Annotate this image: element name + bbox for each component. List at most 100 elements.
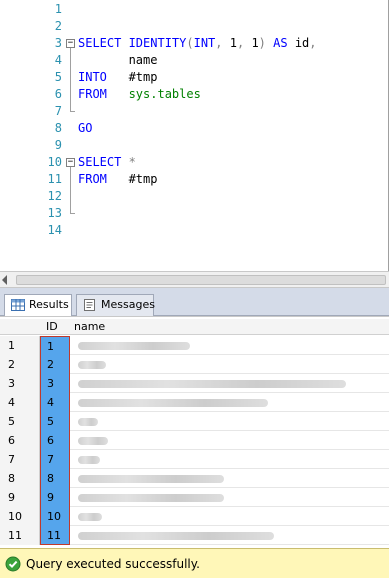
grid-icon (11, 299, 25, 311)
code-token: INT (193, 36, 216, 50)
table-row[interactable]: 66 (0, 431, 389, 450)
redacted-name-cell[interactable] (78, 456, 100, 464)
row-number[interactable]: 1 (0, 336, 40, 355)
code-token: GO (78, 121, 93, 135)
row-number[interactable]: 3 (0, 374, 40, 393)
redacted-name-cell[interactable] (78, 361, 106, 369)
code-token: 1 (229, 36, 237, 50)
row-number[interactable]: 9 (0, 488, 40, 507)
table-row[interactable]: 10 10 (0, 507, 389, 526)
code-text[interactable]: FROM #tmp (78, 171, 157, 188)
grid-header: ID name (0, 319, 389, 335)
column-header-id[interactable]: ID (46, 319, 58, 335)
editor-line[interactable]: 3 SELECT IDENTITY(INT, 1, 1) AS id, (0, 35, 389, 52)
redacted-name-cell[interactable] (78, 418, 98, 426)
tab-results[interactable]: Results (4, 294, 72, 317)
redacted-name-cell[interactable] (78, 532, 274, 540)
code-text[interactable]: SELECT IDENTITY(INT, 1, 1) AS id, (78, 35, 317, 52)
line-number: 2 (54, 19, 62, 33)
table-row[interactable]: 22 (0, 355, 389, 374)
editor-horizontal-scrollbar[interactable] (0, 271, 389, 288)
line-number: 12 (47, 189, 62, 203)
id-cell[interactable]: 10 (40, 507, 70, 526)
redacted-name-cell[interactable] (78, 342, 190, 350)
code-token: INTO (78, 70, 129, 84)
column-header-name[interactable]: name (74, 319, 105, 335)
row-number[interactable]: 11 (0, 526, 40, 545)
code-token: , (215, 36, 230, 50)
redacted-name-cell[interactable] (78, 494, 224, 502)
code-token: #tmp (128, 70, 158, 84)
status-bar: Query executed successfully. (0, 548, 389, 578)
table-row[interactable]: 44 (0, 393, 389, 412)
id-cell[interactable]: 11 (40, 526, 70, 545)
id-cell[interactable]: 8 (40, 469, 70, 488)
line-number: 4 (54, 53, 62, 67)
collapse-toggle-icon[interactable]: − (66, 39, 75, 48)
tab-messages[interactable]: Messages (76, 294, 155, 316)
table-row[interactable]: 55 (0, 412, 389, 431)
scroll-left-icon[interactable] (2, 275, 7, 285)
redacted-name-cell[interactable] (78, 475, 224, 483)
code-token: id (294, 36, 310, 50)
code-token: ( (186, 36, 194, 50)
editor-line[interactable]: 9 (0, 137, 389, 154)
table-row[interactable]: 99 (0, 488, 389, 507)
id-cell[interactable]: 5 (40, 412, 70, 431)
table-row[interactable]: 33 (0, 374, 389, 393)
editor-line[interactable]: 1 (0, 1, 389, 18)
messages-icon (84, 299, 95, 311)
code-token: AS (273, 36, 295, 50)
row-number[interactable]: 10 (0, 507, 40, 526)
id-cell[interactable]: 9 (40, 488, 70, 507)
row-number[interactable]: 2 (0, 355, 40, 374)
editor-line[interactable]: 4 name (0, 52, 389, 69)
query-editor[interactable]: 1 2 3 SELECT IDENTITY(INT, 1, 1) AS id, 4 na… (0, 0, 389, 271)
outline-end-tick (70, 111, 75, 112)
row-number[interactable]: 4 (0, 393, 40, 412)
id-cell[interactable]: 2 (40, 355, 70, 374)
editor-line[interactable]: 2 (0, 18, 389, 35)
redacted-name-cell[interactable] (78, 513, 102, 521)
code-text[interactable]: INTO #tmp (78, 69, 157, 86)
table-row[interactable]: 88 (0, 469, 389, 488)
code-token: SELECT (78, 155, 129, 169)
row-number[interactable]: 8 (0, 469, 40, 488)
editor-line[interactable]: 5 INTO #tmp (0, 69, 389, 86)
line-number: 5 (54, 70, 62, 84)
id-cell[interactable]: 4 (40, 393, 70, 412)
editor-line[interactable]: 13 (0, 205, 389, 222)
id-cell[interactable]: 6 (40, 431, 70, 450)
id-cell[interactable]: 3 (40, 374, 70, 393)
code-text[interactable]: GO (78, 120, 92, 137)
editor-line[interactable]: 14 (0, 222, 389, 239)
code-token: ) (258, 36, 274, 50)
collapse-toggle-icon[interactable]: − (66, 158, 75, 167)
row-number[interactable]: 7 (0, 450, 40, 469)
table-row[interactable]: 77 (0, 450, 389, 469)
editor-line[interactable]: 10 SELECT * (0, 154, 389, 171)
code-text[interactable]: SELECT * (78, 154, 136, 171)
code-text[interactable]: FROM sys.tables (78, 86, 201, 103)
table-row[interactable]: 11 11 (0, 526, 389, 545)
code-token: IDENTITY (128, 36, 187, 50)
editor-line[interactable]: 7 (0, 103, 389, 120)
redacted-name-cell[interactable] (78, 437, 108, 445)
editor-line[interactable]: 11 FROM #tmp (0, 171, 389, 188)
redacted-name-cell[interactable] (78, 399, 268, 407)
editor-line[interactable]: 6 FROM sys.tables (0, 86, 389, 103)
row-number[interactable]: 6 (0, 431, 40, 450)
scrollbar-thumb[interactable] (16, 275, 386, 285)
outline-end-tick (70, 213, 75, 214)
line-number: 14 (47, 223, 62, 237)
id-cell[interactable]: 1 (40, 336, 70, 355)
id-cell[interactable]: 7 (40, 450, 70, 469)
editor-line[interactable]: 8 GO (0, 120, 389, 137)
row-number[interactable]: 5 (0, 412, 40, 431)
code-text[interactable]: name (78, 52, 158, 69)
table-row[interactable]: 11 (0, 336, 389, 355)
code-token: name (78, 53, 158, 67)
results-grid[interactable]: ID name 1 1 2 2 3 3 4 4 5 5 6 6 7 7 8 8 9 9 10 10 11 11 (0, 316, 389, 548)
editor-line[interactable]: 12 (0, 188, 389, 205)
redacted-name-cell[interactable] (78, 380, 346, 388)
